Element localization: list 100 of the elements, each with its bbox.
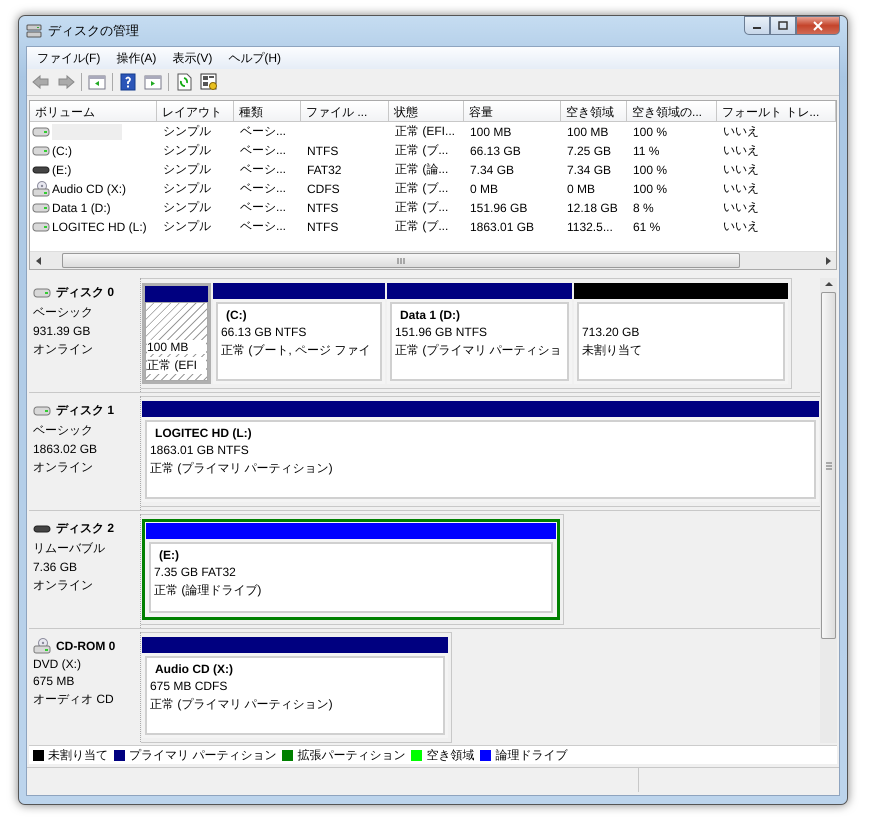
table-cell: 1863.01 GB bbox=[470, 220, 534, 234]
disk-status: オーディオ CD bbox=[33, 691, 115, 708]
drive-icon bbox=[32, 202, 50, 214]
table-cell: 100 % bbox=[633, 124, 668, 138]
table-cell: 61 % bbox=[633, 220, 660, 234]
menu-item[interactable]: 表示(V) bbox=[164, 48, 220, 68]
menu-item[interactable]: ファイル(F) bbox=[29, 48, 108, 68]
properties-icon[interactable] bbox=[199, 72, 219, 92]
legend-label: プライマリ パーティション bbox=[129, 746, 276, 764]
column-header[interactable]: ファイル ... bbox=[301, 101, 389, 122]
table-cell: 正常 (ブ... bbox=[395, 218, 448, 235]
partition-box[interactable]: Data 1 (D:) 151.96 GB NTFS 正常 (プライマリ パーティショ bbox=[390, 302, 569, 381]
table-cell: いいえ bbox=[723, 180, 759, 197]
partition-status: 正常 (プライマリ パーティション) bbox=[150, 460, 334, 477]
table-cell: CDFS bbox=[307, 182, 340, 196]
partition-box[interactable]: (E:) 7.35 GB FAT32 正常 (論理ドライブ) bbox=[149, 542, 553, 613]
blank-label bbox=[52, 124, 122, 140]
table-cell: ベーシ... bbox=[240, 161, 286, 178]
column-header[interactable]: 空き領域 bbox=[561, 101, 627, 122]
partition-label: (E:) bbox=[158, 548, 180, 562]
scroll-left-icon[interactable] bbox=[36, 256, 40, 264]
close-icon bbox=[813, 20, 823, 30]
drive-icon bbox=[32, 220, 50, 232]
forward-arrow-icon[interactable] bbox=[56, 72, 76, 92]
table-cell: いいえ bbox=[723, 161, 759, 178]
legend-label: 拡張パーティション bbox=[297, 746, 406, 764]
minimize-button[interactable] bbox=[744, 16, 770, 35]
partition-label: Data 1 (D:) bbox=[399, 308, 462, 322]
table-cell: 正常 (EFI... bbox=[395, 123, 455, 140]
back-arrow-icon[interactable] bbox=[31, 72, 51, 92]
table-cell: 7.25 GB bbox=[567, 144, 612, 158]
close-button[interactable] bbox=[796, 16, 840, 35]
table-cell: 100 MB bbox=[567, 124, 608, 138]
partition-label: (C:) bbox=[225, 308, 248, 322]
table-cell: シンプル bbox=[163, 180, 211, 197]
table-cell: いいえ bbox=[723, 199, 759, 216]
disk-name: ディスク 0 bbox=[56, 284, 114, 301]
column-header[interactable]: 状態 bbox=[389, 101, 464, 122]
grip-icon bbox=[397, 258, 405, 264]
table-cell: 100 % bbox=[633, 182, 668, 196]
partition-box[interactable]: (C:) 66.13 GB NTFS 正常 (ブート, ページ ファイ bbox=[216, 302, 382, 381]
table-cell: 7.34 GB bbox=[470, 162, 514, 176]
menu-item[interactable]: 操作(A) bbox=[108, 48, 164, 68]
partition-status: 正常 (論理ドライブ) bbox=[154, 582, 262, 599]
partition-size: 1863.01 GB NTFS bbox=[150, 443, 250, 457]
partition-box[interactable]: 100 MB 正常 (EFI bbox=[145, 302, 208, 381]
partition-status: 正常 (プライマリ パーティショ bbox=[395, 342, 563, 359]
partition-size: 66.13 GB NTFS bbox=[221, 325, 308, 339]
table-cell: NTFS bbox=[307, 220, 338, 234]
disk-name: ディスク 1 bbox=[56, 402, 114, 419]
help-icon[interactable] bbox=[118, 72, 138, 92]
disk-status: オンライン bbox=[33, 459, 94, 476]
table-cell: 0 MB bbox=[567, 182, 596, 196]
column-header[interactable]: 空き領域の... bbox=[627, 101, 717, 122]
vertical-scrollbar[interactable] bbox=[820, 278, 837, 743]
partition-size: 7.35 GB FAT32 bbox=[154, 565, 237, 579]
cd-drive-icon bbox=[33, 638, 51, 654]
table-cell: NTFS bbox=[307, 200, 338, 214]
table-cell: ベーシ... bbox=[240, 123, 286, 140]
cd-drive-icon bbox=[32, 180, 50, 196]
column-header[interactable]: フォールト トレ... bbox=[717, 101, 836, 122]
partition-box[interactable]: Audio CD (X:) 675 MB CDFS 正常 (プライマリ パーティション) bbox=[145, 656, 445, 735]
table-cell: 正常 (ブ... bbox=[395, 180, 448, 197]
table-cell: 151.96 GB bbox=[470, 200, 528, 214]
partition-size: 151.96 GB NTFS bbox=[395, 325, 488, 339]
legend-label: 未割り当て bbox=[48, 746, 108, 764]
horizontal-scrollbar[interactable] bbox=[30, 251, 836, 269]
column-header[interactable]: 種類 bbox=[234, 101, 301, 122]
table-cell: 0 MB bbox=[470, 182, 498, 196]
table-cell: 正常 (ブ... bbox=[395, 199, 448, 216]
drive-icon bbox=[32, 164, 50, 176]
disk-size: 1863.02 GB bbox=[33, 442, 98, 456]
column-header[interactable]: 容量 bbox=[464, 101, 561, 122]
drive-icon bbox=[33, 522, 51, 534]
table-cell: 8 % bbox=[633, 200, 654, 214]
partition-label: LOGITEC HD (L:) bbox=[154, 426, 253, 440]
menu-item[interactable]: ヘルプ(H) bbox=[220, 48, 289, 68]
partition-box[interactable]: LOGITEC HD (L:) 1863.01 GB NTFS 正常 (プライマリ パーティション) bbox=[145, 420, 816, 499]
disk-size: 675 MB bbox=[33, 674, 76, 688]
scroll-right-icon[interactable] bbox=[826, 256, 830, 264]
maximize-icon bbox=[778, 21, 788, 30]
partition-status: 未割り当て bbox=[582, 342, 643, 359]
table-cell: ベーシ... bbox=[240, 142, 286, 159]
table-cell: 66.13 GB bbox=[470, 144, 521, 158]
partition-box[interactable]: 713.20 GB 未割り当て bbox=[577, 302, 785, 381]
table-cell: (C:) bbox=[52, 144, 72, 158]
drive-icon bbox=[33, 286, 51, 298]
table-cell: (E:) bbox=[52, 162, 72, 176]
partition-size: 100 MB bbox=[147, 340, 206, 354]
table-cell: いいえ bbox=[723, 142, 759, 159]
disk-name: CD-ROM 0 bbox=[56, 639, 116, 653]
table-cell: 7.34 GB bbox=[567, 162, 612, 176]
disk-type: ベーシック bbox=[33, 304, 94, 321]
table-cell: 100 MB bbox=[470, 124, 512, 138]
column-header[interactable]: レイアウト bbox=[157, 101, 234, 122]
table-cell: 正常 (ブ... bbox=[395, 142, 448, 159]
disk-status: オンライン bbox=[33, 577, 94, 594]
maximize-button[interactable] bbox=[770, 16, 796, 35]
column-header[interactable]: ボリューム bbox=[30, 101, 157, 122]
partition-size: 675 MB CDFS bbox=[150, 679, 228, 693]
